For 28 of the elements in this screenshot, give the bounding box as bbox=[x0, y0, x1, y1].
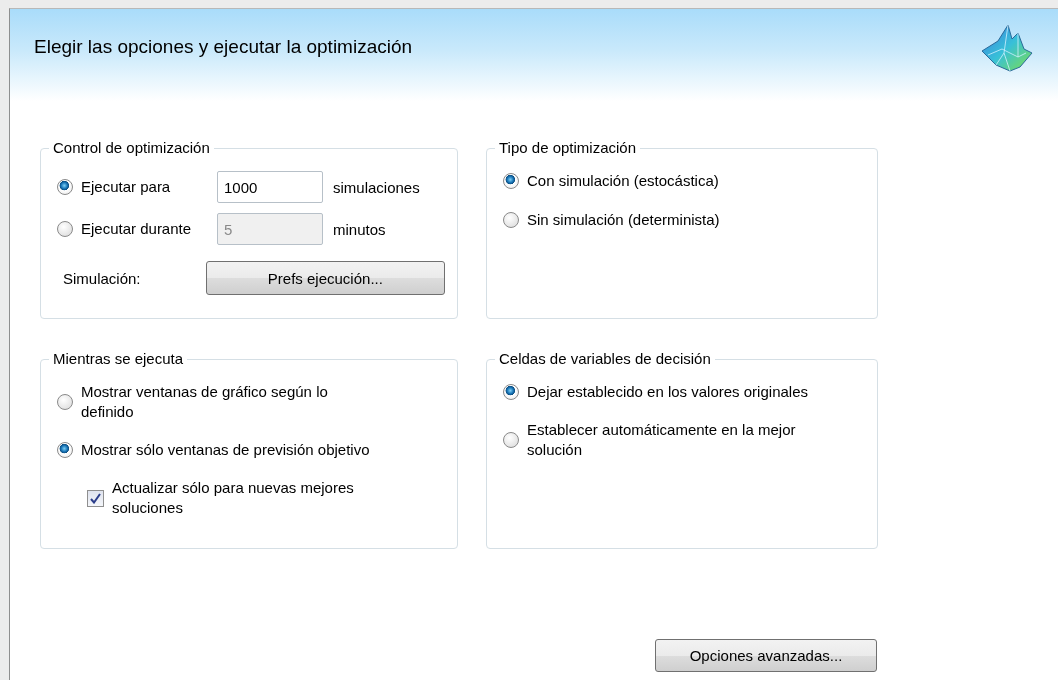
option-label: Dejar establecido en los valores originales bbox=[527, 382, 809, 402]
advanced-options-button[interactable]: Opciones avanzadas... bbox=[655, 639, 877, 672]
surface-plot-icon bbox=[980, 23, 1034, 73]
radio-button[interactable] bbox=[503, 384, 519, 400]
option-label: Simulación: bbox=[62, 269, 142, 287]
unit-label: simulaciones bbox=[333, 178, 420, 196]
option-label: Sin simulación (determinista) bbox=[527, 210, 720, 230]
option-label: Con simulación (estocástica) bbox=[527, 171, 719, 191]
radio-button[interactable] bbox=[503, 432, 519, 448]
option-label: Actualizar sólo para nuevas mejores soluciones bbox=[112, 478, 355, 518]
radio-button[interactable] bbox=[57, 179, 73, 195]
radio-button[interactable] bbox=[503, 173, 519, 189]
option-label: Ejecutar durante bbox=[81, 219, 193, 239]
option-label: Establecer automáticamente en la mejor solución bbox=[527, 420, 797, 460]
checkbox[interactable] bbox=[87, 489, 104, 507]
run-preferences-button[interactable]: Prefs ejecución... bbox=[205, 261, 445, 295]
dialog-title: Elegir las opciones y ejecutar la optimización bbox=[34, 36, 413, 58]
radio-button[interactable] bbox=[57, 442, 73, 458]
option-label: Mostrar sólo ventanas de previsión objetivo bbox=[81, 440, 371, 460]
unit-label: minutos bbox=[333, 220, 386, 238]
radio-button[interactable] bbox=[503, 212, 519, 228]
group-title: Control de optimización bbox=[49, 139, 214, 157]
option-label: Mostrar ventanas de gráfico según lo definido bbox=[81, 382, 329, 422]
option-label: Ejecutar para bbox=[81, 177, 172, 197]
number-field[interactable]: 1000 bbox=[217, 171, 323, 203]
group-title: Mientras se ejecuta bbox=[49, 350, 188, 368]
radio-button[interactable] bbox=[57, 394, 73, 410]
group-title: Tipo de optimización bbox=[495, 139, 640, 157]
